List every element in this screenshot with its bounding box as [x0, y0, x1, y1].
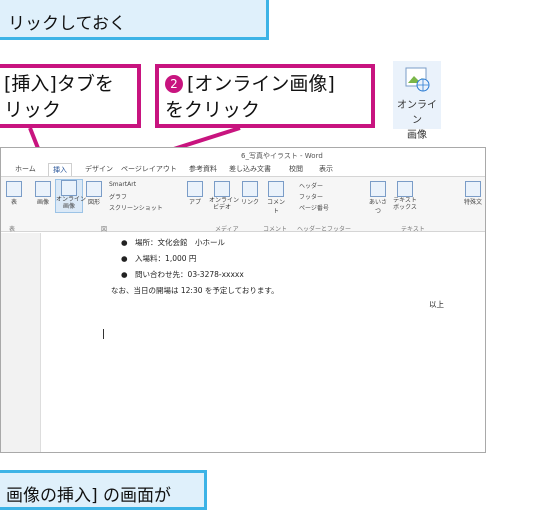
apps-label: アプ — [188, 199, 201, 206]
greeting-icon — [370, 181, 386, 197]
footer-button[interactable]: フッター — [299, 192, 323, 201]
title-bar: 6_写真やイラスト - Word — [1, 148, 485, 162]
omega-icon — [465, 181, 481, 197]
doc-line-venue: ● 場所：文化会館 小ホール — [121, 238, 226, 247]
link-button[interactable]: リンク — [241, 181, 259, 206]
text-cursor — [103, 329, 104, 339]
ribbon-tabs: ホーム 挿入 デザイン ページレイアウト 参考資料 差し込み文書 校閲 表示 — [1, 163, 485, 177]
shapes-button[interactable]: 図形 — [85, 181, 103, 206]
online-video-button[interactable]: オンライン ビデオ — [209, 181, 240, 211]
special-char-button[interactable]: 特殊文 — [461, 181, 485, 206]
group-illustrations: 図 — [101, 226, 108, 233]
left-pane — [1, 233, 41, 452]
online-picture-label: オンライン 画像 — [56, 196, 87, 210]
graph-button[interactable]: グラフ — [109, 192, 127, 201]
page-number-button[interactable]: ページ番号 — [299, 203, 329, 212]
picture-label: 画像 — [36, 199, 49, 206]
tab-references[interactable]: 参考資料 — [189, 164, 217, 174]
online-video-icon — [214, 181, 230, 197]
greeting-label: あいさつ — [368, 199, 387, 215]
link-label: リンク — [241, 199, 260, 206]
group-text: テキスト — [401, 226, 425, 233]
comment-icon — [268, 181, 284, 197]
tab-review[interactable]: 校閲 — [289, 164, 303, 174]
apps-button[interactable]: アプ — [186, 181, 204, 206]
tab-insert[interactable]: 挿入 — [48, 163, 72, 177]
picture-icon — [35, 181, 51, 197]
link-icon — [242, 181, 258, 197]
tab-layout[interactable]: ページレイアウト — [121, 164, 177, 174]
doc-line-end: 以上 — [429, 300, 444, 309]
screenshot-button[interactable]: スクリーンショット — [109, 203, 163, 212]
textbox-label: テキスト ボックス — [393, 197, 417, 211]
group-comment: コメント — [263, 226, 288, 233]
word-window: 6_写真やイラスト - Word ホーム 挿入 デザイン ページレイアウト 参考… — [0, 147, 486, 453]
smartart-button[interactable]: SmartArt — [109, 181, 136, 188]
group-header-footer: ヘッダーとフッター — [297, 226, 352, 233]
tab-design[interactable]: デザイン — [85, 164, 113, 174]
group-media: メディア — [215, 226, 239, 233]
doc-line-contact: ● 問い合わせ先：03-3278-xxxxx — [121, 270, 244, 279]
table-icon — [6, 181, 22, 197]
ribbon: 表 画像 オンライン 画像 図形 SmartArt グラフ スクリーンショット … — [1, 176, 485, 233]
comment-label: コメント — [266, 199, 285, 215]
online-picture-button[interactable]: オンライン 画像 — [55, 179, 87, 213]
tab-home[interactable]: ホーム — [15, 164, 36, 174]
shapes-label: 図形 — [87, 199, 100, 206]
online-video-label: オンライン ビデオ — [209, 197, 240, 211]
header-button[interactable]: ヘッダー — [299, 181, 323, 190]
document-area[interactable]: ● 場所：文化会館 小ホール ● 入場料：1,000 円 ● 問い合わせ先：03… — [41, 233, 485, 452]
tab-mailings[interactable]: 差し込み文書 — [229, 164, 271, 174]
comment-button[interactable]: コメント — [265, 181, 287, 215]
greeting-button[interactable]: あいさつ — [367, 181, 389, 215]
special-char-label: 特殊文 — [463, 199, 482, 206]
table-button[interactable]: 表 — [3, 181, 25, 206]
bottom-caption: 画像の挿入] の画面が — [0, 470, 207, 510]
table-label: 表 — [10, 199, 17, 206]
doc-line-note: なお、当日の開場は 12:30 を予定しております。 — [111, 286, 279, 295]
tab-view[interactable]: 表示 — [319, 164, 333, 174]
window-title: 6_写真やイラスト - Word — [241, 152, 323, 160]
textbox-button[interactable]: テキスト ボックス — [393, 181, 417, 211]
shapes-icon — [86, 181, 102, 197]
bottom-caption-text: 画像の挿入] の画面が — [6, 486, 172, 506]
textbox-icon — [397, 181, 413, 197]
picture-button[interactable]: 画像 — [33, 181, 53, 206]
online-picture-icon — [61, 180, 77, 196]
group-table: 表 — [9, 226, 16, 233]
doc-line-fee: ● 入場料：1,000 円 — [121, 254, 197, 263]
apps-icon — [187, 181, 203, 197]
